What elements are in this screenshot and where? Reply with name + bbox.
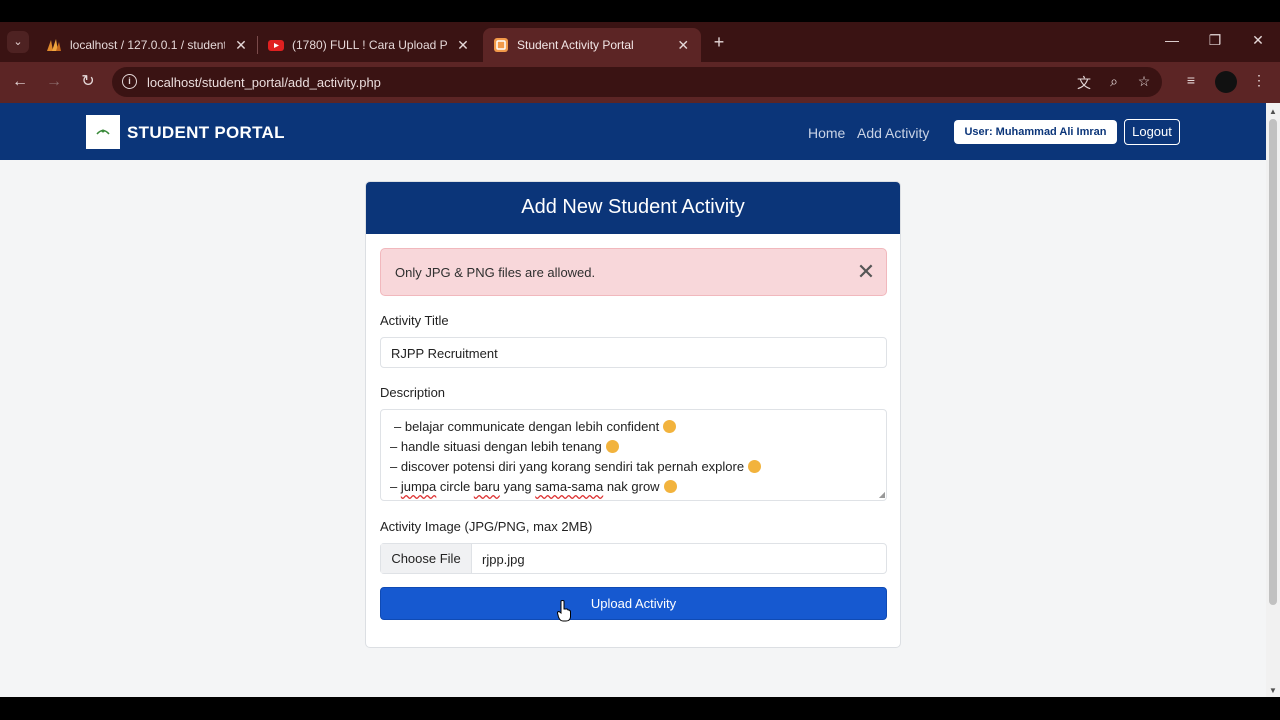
bookmark-star-icon[interactable]: ☆ [1134,73,1154,91]
activity-title-label: Activity Title [380,313,449,328]
browser-tab[interactable]: localhost / 127.0.0.1 / student_p ✕ [36,28,259,62]
close-icon[interactable]: ✕ [856,261,876,283]
reload-icon[interactable]: ↻ [76,70,100,94]
scroll-down-icon[interactable]: ▼ [1269,686,1277,695]
address-bar[interactable]: i localhost/student_portal/add_activity.… [112,67,1162,97]
emoji-icon [605,440,619,453]
scroll-up-icon[interactable]: ▲ [1269,107,1277,116]
browser-toolbar: ← → ↻ i localhost/student_portal/add_act… [0,62,1280,103]
description-textarea[interactable]: – belajar communicate dengan lebih confi… [380,409,887,501]
close-icon[interactable]: ✕ [233,37,249,54]
tab-search-button[interactable]: ⌄ [7,31,29,53]
forward-icon[interactable]: → [42,70,66,94]
tab-title: localhost / 127.0.0.1 / student_p [70,38,225,52]
error-alert: Only JPG & PNG files are allowed. ✕ [380,248,887,296]
description-line: – jumpa circle baru yang sama-sama nak g… [390,479,677,494]
browser-tab-active[interactable]: Student Activity Portal ✕ [483,28,701,62]
new-tab-button[interactable]: + [708,31,730,53]
emoji-icon [663,420,677,433]
resize-handle-icon[interactable]: ◢ [879,490,885,499]
alert-message: Only JPG & PNG files are allowed. [395,265,596,280]
translate-icon[interactable]: 文 [1074,73,1094,91]
brand-name[interactable]: STUDENT PORTAL [127,123,285,143]
restore-icon[interactable]: ❐ [1200,32,1230,49]
phpmyadmin-icon [47,39,61,51]
media-control-icon[interactable]: ≡ [1180,72,1202,88]
youtube-icon [268,40,284,51]
activity-title-input[interactable]: RJPP Recruitment [380,337,887,368]
activity-image-file-input[interactable]: Choose File rjpp.jpg [380,543,887,574]
close-icon[interactable]: ✕ [675,37,691,54]
nav-link-home[interactable]: Home [808,125,845,141]
user-badge-button[interactable]: User: Muhammad Ali Imran [954,120,1117,144]
browser-tab-strip: ⌄ localhost / 127.0.0.1 / student_p ✕ (1… [0,22,1280,62]
page-title: Add New Student Activity [366,182,900,234]
choose-file-button[interactable]: Choose File [381,544,472,573]
scroll-thumb[interactable] [1269,119,1277,605]
description-line: – discover potensi diri yang korang send… [390,459,762,474]
screen-top-bar [0,0,1280,22]
description-line: – belajar communicate dengan lebih confi… [394,419,677,434]
upload-activity-button[interactable]: Upload Activity [380,587,887,620]
description-label: Description [380,385,446,400]
activity-title-value: RJPP Recruitment [391,346,498,361]
site-info-icon[interactable]: i [122,74,137,89]
back-icon[interactable]: ← [8,70,32,94]
page-scrollbar[interactable]: ▲ ▼ [1266,103,1280,697]
zoom-icon[interactable]: ⌕ [1104,73,1124,91]
nav-link-add-activity[interactable]: Add Activity [857,125,929,141]
tab-title: Student Activity Portal [517,38,634,52]
url-text[interactable]: localhost/student_portal/add_activity.ph… [147,75,381,90]
brand-logo[interactable] [86,115,120,149]
avatar[interactable] [1215,71,1237,93]
tab-title: (1780) FULL ! Cara Upload Proje [292,38,447,52]
add-activity-card: Add New Student Activity Only JPG & PNG … [365,181,901,648]
hand-cursor-icon [557,600,571,622]
portal-favicon-icon [494,38,508,52]
more-menu-icon[interactable]: ⋮ [1248,72,1270,89]
emoji-icon [663,480,677,493]
close-icon[interactable]: ✕ [455,37,471,54]
logout-button[interactable]: Logout [1124,119,1180,145]
activity-image-label: Activity Image (JPG/PNG, max 2MB) [380,519,593,534]
emoji-icon [748,460,762,473]
selected-file-name: rjpp.jpg [482,552,525,567]
browser-tab[interactable]: (1780) FULL ! Cara Upload Proje ✕ [258,28,481,62]
page-viewport: STUDENT PORTAL Home Add Activity User: M… [0,103,1266,697]
minimize-icon[interactable]: — [1157,32,1187,48]
window-close-icon[interactable]: ✕ [1243,32,1273,49]
site-navbar: STUDENT PORTAL Home Add Activity User: M… [0,103,1266,160]
screen-bottom-bar [0,697,1280,720]
logo-mark-icon [96,129,110,135]
description-line: – handle situasi dengan lebih tenang [390,439,619,454]
